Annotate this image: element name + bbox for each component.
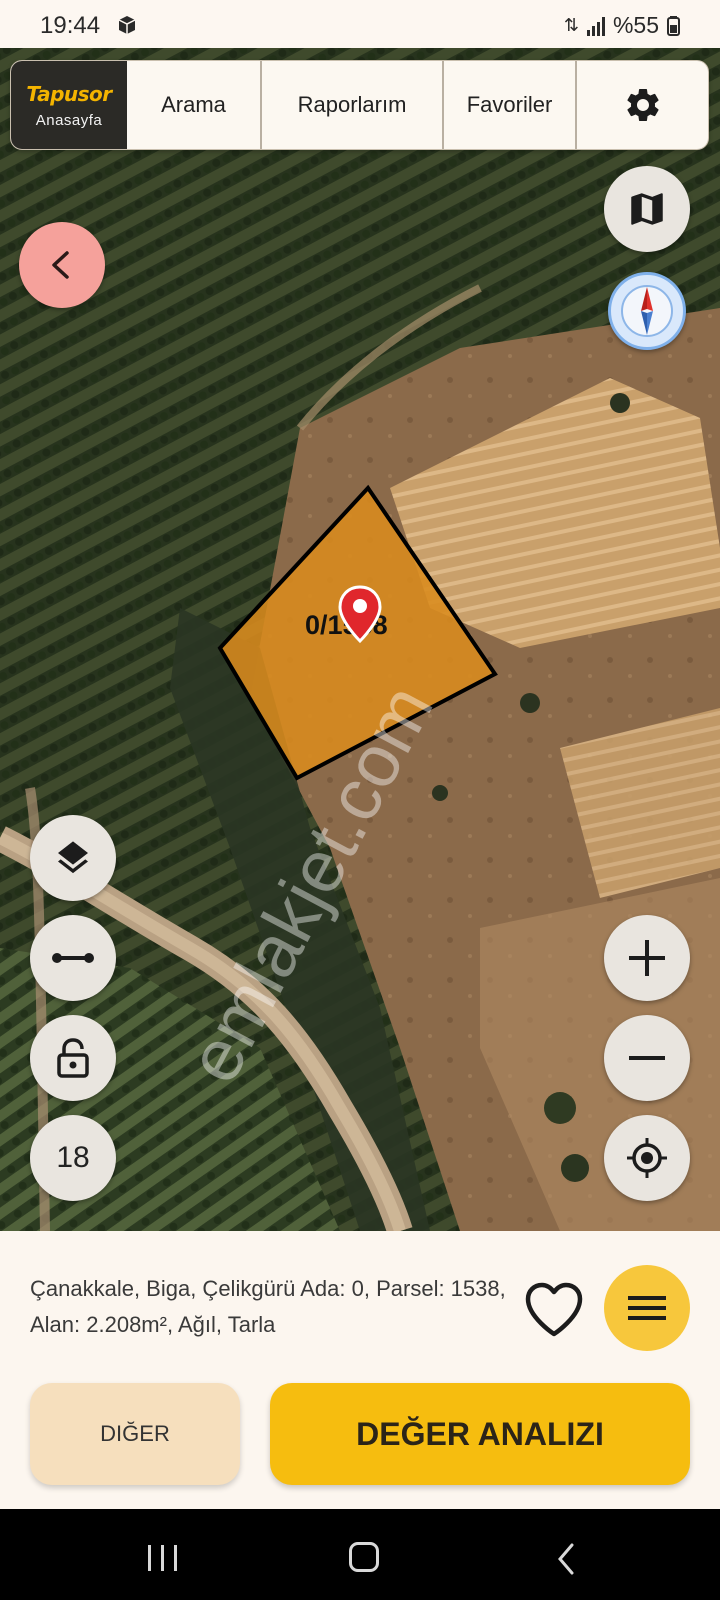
measure-button[interactable] [30,915,116,1001]
nav-reports[interactable]: Raporlarım [260,61,442,149]
back-button[interactable] [19,222,105,308]
compass-button[interactable] [608,272,686,350]
zoom-in-button[interactable] [604,915,690,1001]
zoom-in-icon [629,940,665,976]
parcel-panel: Çanakkale, Biga, Çelikgürü Ada: 0, Parse… [0,1231,720,1509]
status-bar: 19:44 ⇅ %55 [0,0,720,48]
measure-icon [52,953,94,963]
favorite-button[interactable] [523,1281,585,1343]
nav-search[interactable]: Arama [127,61,260,149]
status-time: 19:44 [40,12,101,39]
recent-apps-button[interactable] [148,1545,177,1571]
signal-icon [586,16,605,36]
layers-button[interactable] [30,815,116,901]
value-analysis-button[interactable]: DEĞER ANALIZI [270,1383,690,1485]
map-icon [631,193,663,225]
lock-button[interactable] [30,1015,116,1101]
home-system-button[interactable] [349,1542,379,1572]
data-transfer-icon: ⇅ [563,15,579,35]
home-button[interactable]: Tapusor Anasayfa [11,61,127,149]
system-navigation-bar [0,1509,720,1600]
battery-level: %55 [612,12,659,38]
zoom-out-button[interactable] [604,1015,690,1101]
layers-icon [58,841,88,874]
menu-button[interactable] [604,1265,690,1351]
nav-favorites[interactable]: Favoriler [442,61,575,149]
compass-icon [621,285,673,337]
location-pin-icon [338,585,382,644]
other-button[interactable]: DIĞER [30,1383,240,1485]
my-location-button[interactable] [604,1115,690,1201]
menu-icon [628,1296,666,1320]
settings-button[interactable] [575,61,708,149]
lock-icon [57,1038,89,1078]
status-indicators: ⇅ %55 [564,12,680,39]
back-arrow-icon [52,251,69,279]
app-logo: Tapusor [26,81,112,106]
locate-icon [627,1138,667,1178]
map-type-button[interactable] [604,166,690,252]
home-label: Anasayfa [35,111,103,129]
parcel-info: Çanakkale, Biga, Çelikgürü Ada: 0, Parse… [30,1276,506,1337]
settings-icon [626,88,659,121]
top-navigation: Tapusor Anasayfa Arama Raporlarım Favori… [10,60,709,150]
zoom-out-icon [629,1056,665,1060]
zoom-level-indicator[interactable]: 18 [30,1115,116,1201]
system-back-icon[interactable] [556,1542,576,1576]
package-icon [118,16,136,34]
heart-icon [525,1282,583,1337]
battery-icon [667,15,680,36]
